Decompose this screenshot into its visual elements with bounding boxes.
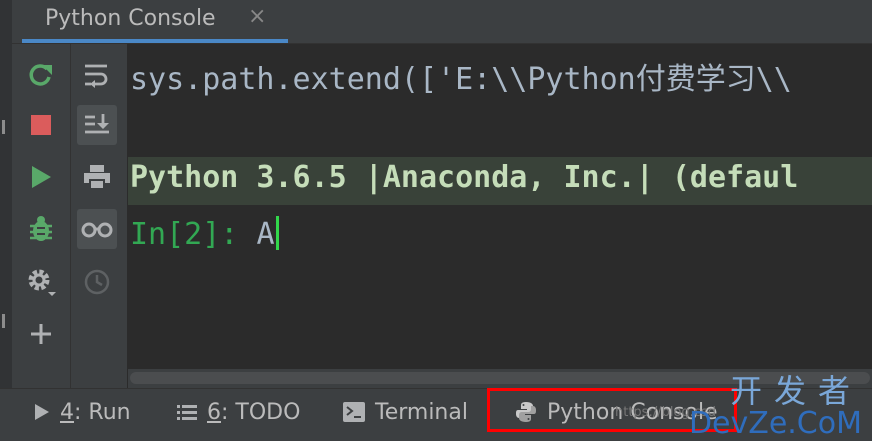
tool-tab-key: 4 (60, 399, 74, 425)
rerun-icon[interactable] (21, 55, 61, 95)
tool-tab-todo[interactable]: 6: TODO (177, 389, 300, 435)
console-output[interactable]: sys.path.extend(['E:\\Python付费学习\\ Pytho… (128, 44, 872, 369)
console-line: sys.path.extend(['E:\\Python付费学习\\ (130, 62, 792, 97)
run-icon[interactable] (21, 157, 61, 197)
list-icon (177, 403, 197, 421)
edge-mark (2, 120, 5, 134)
settings-icon[interactable] (21, 262, 61, 302)
tool-tab-run[interactable]: 4: Run (34, 389, 131, 435)
soft-wrap-icon[interactable] (77, 55, 117, 95)
console-prompt: In[2]: (130, 217, 257, 252)
tab-label: Python Console (45, 6, 216, 31)
text-caret (275, 216, 279, 250)
console-actions-toolbar (12, 44, 71, 388)
stop-icon[interactable] (21, 105, 61, 145)
console-input[interactable]: A (256, 217, 274, 252)
tool-tab-key: 6 (207, 399, 221, 425)
scroll-to-end-icon[interactable] (77, 105, 117, 145)
edge-mark (2, 314, 5, 328)
tool-tab-terminal[interactable]: Terminal (343, 389, 468, 435)
watermark: 开发者 DevZe.CoM (689, 366, 862, 441)
input-line[interactable]: In[2]: A (130, 216, 279, 252)
debug-icon[interactable] (21, 209, 61, 249)
tab-bar: Python Console × (12, 0, 872, 44)
history-icon[interactable] (77, 262, 117, 302)
console-view-toolbar (71, 44, 128, 388)
print-icon[interactable] (77, 157, 117, 197)
tab-active-indicator (22, 39, 288, 43)
tool-tab-label: Terminal (375, 399, 468, 425)
tool-tab-label: : TODO (221, 399, 301, 425)
tool-tab-label: : Run (74, 399, 131, 425)
tab-python-console[interactable]: Python Console × (22, 0, 288, 43)
terminal-icon (343, 402, 365, 422)
python-version-banner: Python 3.6.5 |Anaconda, Inc.| (defaul (130, 160, 799, 195)
play-icon (34, 403, 50, 421)
add-icon[interactable] (21, 314, 61, 354)
show-variables-icon[interactable] (77, 209, 117, 249)
watermark-brand: DevZe.CoM (688, 406, 862, 441)
close-icon[interactable]: × (248, 4, 266, 29)
